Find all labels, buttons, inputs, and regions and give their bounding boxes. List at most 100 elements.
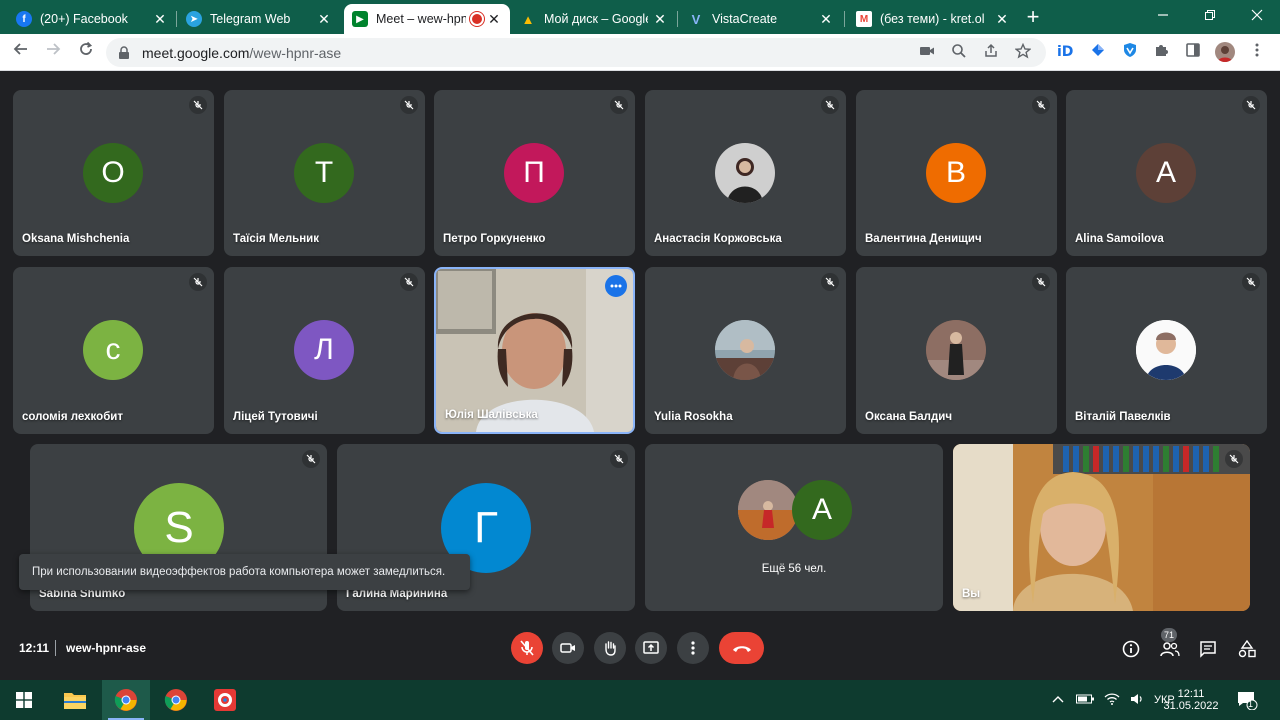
people-button[interactable]: 71 <box>1159 628 1181 660</box>
participant-tile[interactable]: Оксана Балдич <box>856 267 1057 434</box>
mic-off-icon <box>400 96 418 114</box>
divider <box>55 640 56 656</box>
participant-count-badge: 71 <box>1161 628 1177 642</box>
reload-button[interactable] <box>75 41 97 63</box>
volume-icon[interactable] <box>1130 693 1144 708</box>
bookmark-star-icon[interactable] <box>1014 42 1032 61</box>
browser-menu-icon[interactable] <box>1247 42 1267 62</box>
participant-tile[interactable]: Yulia Rosokha <box>645 267 846 434</box>
close-icon[interactable]: ✕ <box>152 11 168 27</box>
taskbar-chrome-profile1[interactable] <box>102 680 150 720</box>
tab-title: (без теми) - kret.ol <box>880 12 985 26</box>
lock-icon[interactable] <box>118 45 132 60</box>
new-tab-button[interactable]: + <box>1022 6 1044 29</box>
meeting-clock: 12:11 <box>19 641 50 655</box>
recording-icon <box>472 14 482 24</box>
more-vertical-icon <box>691 641 695 655</box>
tab-google-drive[interactable]: ▲ Мой диск – Google ✕ <box>512 4 676 34</box>
arrow-left-icon <box>13 43 27 55</box>
self-name: Вы <box>962 588 981 600</box>
mic-off-icon <box>1032 273 1050 291</box>
close-icon[interactable]: ✕ <box>316 11 332 27</box>
vpn-shield-extension-icon[interactable] <box>1120 42 1140 62</box>
mic-off-icon <box>1225 450 1243 468</box>
self-view-tile[interactable]: Вы <box>953 444 1250 611</box>
start-button[interactable] <box>0 680 48 720</box>
more-options-button[interactable] <box>677 632 709 664</box>
camera-toggle-button[interactable] <box>552 632 584 664</box>
chrome-icon <box>164 689 187 711</box>
tab-vistacreate[interactable]: V VistaCreate ✕ <box>680 4 842 34</box>
notification-icon <box>1238 692 1258 710</box>
battery-icon[interactable] <box>1076 694 1094 707</box>
diamond-extension-icon[interactable] <box>1088 42 1108 62</box>
share-icon[interactable] <box>982 43 1000 61</box>
present-screen-button[interactable] <box>635 632 667 664</box>
tab-telegram[interactable]: ➤ Telegram Web ✕ <box>178 4 340 34</box>
more-options-icon[interactable] <box>605 275 627 297</box>
taskbar-file-explorer[interactable] <box>51 680 99 720</box>
participant-tile[interactable]: A Alina Samoilova <box>1066 90 1267 256</box>
participant-name: Валентина Денищич <box>865 233 982 245</box>
participant-tile[interactable]: П Петро Горкуненко <box>434 90 635 256</box>
taskbar-app-red[interactable] <box>201 680 249 720</box>
address-bar[interactable]: meet.google.com/wew-hpnr-ase <box>106 38 1046 67</box>
chat-button[interactable] <box>1197 638 1219 660</box>
raise-hand-button[interactable] <box>594 632 626 664</box>
leave-call-button[interactable] <box>719 632 764 664</box>
extensions-puzzle-icon[interactable] <box>1151 42 1171 62</box>
participant-name: Віталій Павелків <box>1075 411 1171 423</box>
notification-center-button[interactable]: 1 <box>1236 680 1258 720</box>
idrive-extension-icon[interactable]: iD <box>1056 42 1076 62</box>
camera-icon <box>560 643 575 653</box>
side-panel-icon[interactable] <box>1183 42 1203 62</box>
meet-controls-bar: 12:11 wew-hpnr-ase 71 <box>0 620 1280 680</box>
participant-tile[interactable]: Т Таїсія Мельник <box>224 90 425 256</box>
participant-tile[interactable]: O Oksana Mishchenia <box>13 90 214 256</box>
minimize-button[interactable] <box>1152 6 1174 26</box>
minimize-icon <box>1158 14 1168 16</box>
zoom-icon[interactable] <box>950 43 968 61</box>
close-icon[interactable]: ✕ <box>818 11 834 27</box>
participant-photo <box>926 320 986 380</box>
participant-tile[interactable]: Анастасія Коржовська <box>645 90 846 256</box>
avatar: П <box>504 143 564 203</box>
tab-facebook[interactable]: f (20+) Facebook ✕ <box>8 4 176 34</box>
forward-button[interactable] <box>42 41 64 63</box>
close-icon[interactable]: ✕ <box>994 11 1010 27</box>
reload-icon <box>80 41 93 55</box>
participant-name: Анастасія Коржовська <box>654 233 782 245</box>
profile-avatar[interactable] <box>1215 42 1235 62</box>
clock[interactable]: 12:11 31.05.2022 <box>1158 680 1224 720</box>
participant-tile[interactable]: с соломія лехкобит <box>13 267 214 434</box>
mic-off-icon <box>610 96 628 114</box>
restore-button[interactable] <box>1199 6 1221 26</box>
active-speaker-tile[interactable]: Юлія Шалівська <box>434 267 635 434</box>
participant-tile[interactable]: В Валентина Денищич <box>856 90 1057 256</box>
back-button[interactable] <box>10 41 32 63</box>
close-window-button[interactable] <box>1246 6 1268 26</box>
activities-button[interactable] <box>1236 638 1258 660</box>
more-participants-tile[interactable]: A Ещё 56 чел. <box>645 444 943 611</box>
tab-separator <box>677 11 678 27</box>
chevron-up-icon[interactable] <box>1052 694 1064 706</box>
meeting-info-button[interactable] <box>1120 638 1142 660</box>
mic-off-icon <box>610 450 628 468</box>
participant-tile[interactable]: Л Ліцей Тутовичі <box>224 267 425 434</box>
chat-icon <box>1200 641 1216 658</box>
close-icon[interactable]: ✕ <box>652 11 668 27</box>
participant-name: Юлія Шалівська <box>445 409 538 421</box>
mic-toggle-button[interactable] <box>511 632 543 664</box>
participant-tile[interactable]: Віталій Павелків <box>1066 267 1267 434</box>
facebook-icon: f <box>16 11 32 27</box>
performance-toast: При использовании видеоэффектов работа к… <box>19 554 470 590</box>
wifi-icon[interactable] <box>1104 692 1120 708</box>
taskbar-chrome-profile2[interactable] <box>152 680 200 720</box>
tab-title: Мой диск – Google <box>544 12 648 26</box>
close-icon[interactable]: ✕ <box>486 11 502 27</box>
more-participants-label: Ещё 56 чел. <box>761 563 827 575</box>
tab-meet[interactable]: ▶ Meet – wew-hpnr-ase ✕ <box>344 4 510 34</box>
camera-blocked-icon[interactable] <box>918 43 936 61</box>
tab-gmail[interactable]: M (без теми) - kret.ol ✕ <box>848 4 1018 34</box>
activities-icon <box>1238 640 1256 658</box>
